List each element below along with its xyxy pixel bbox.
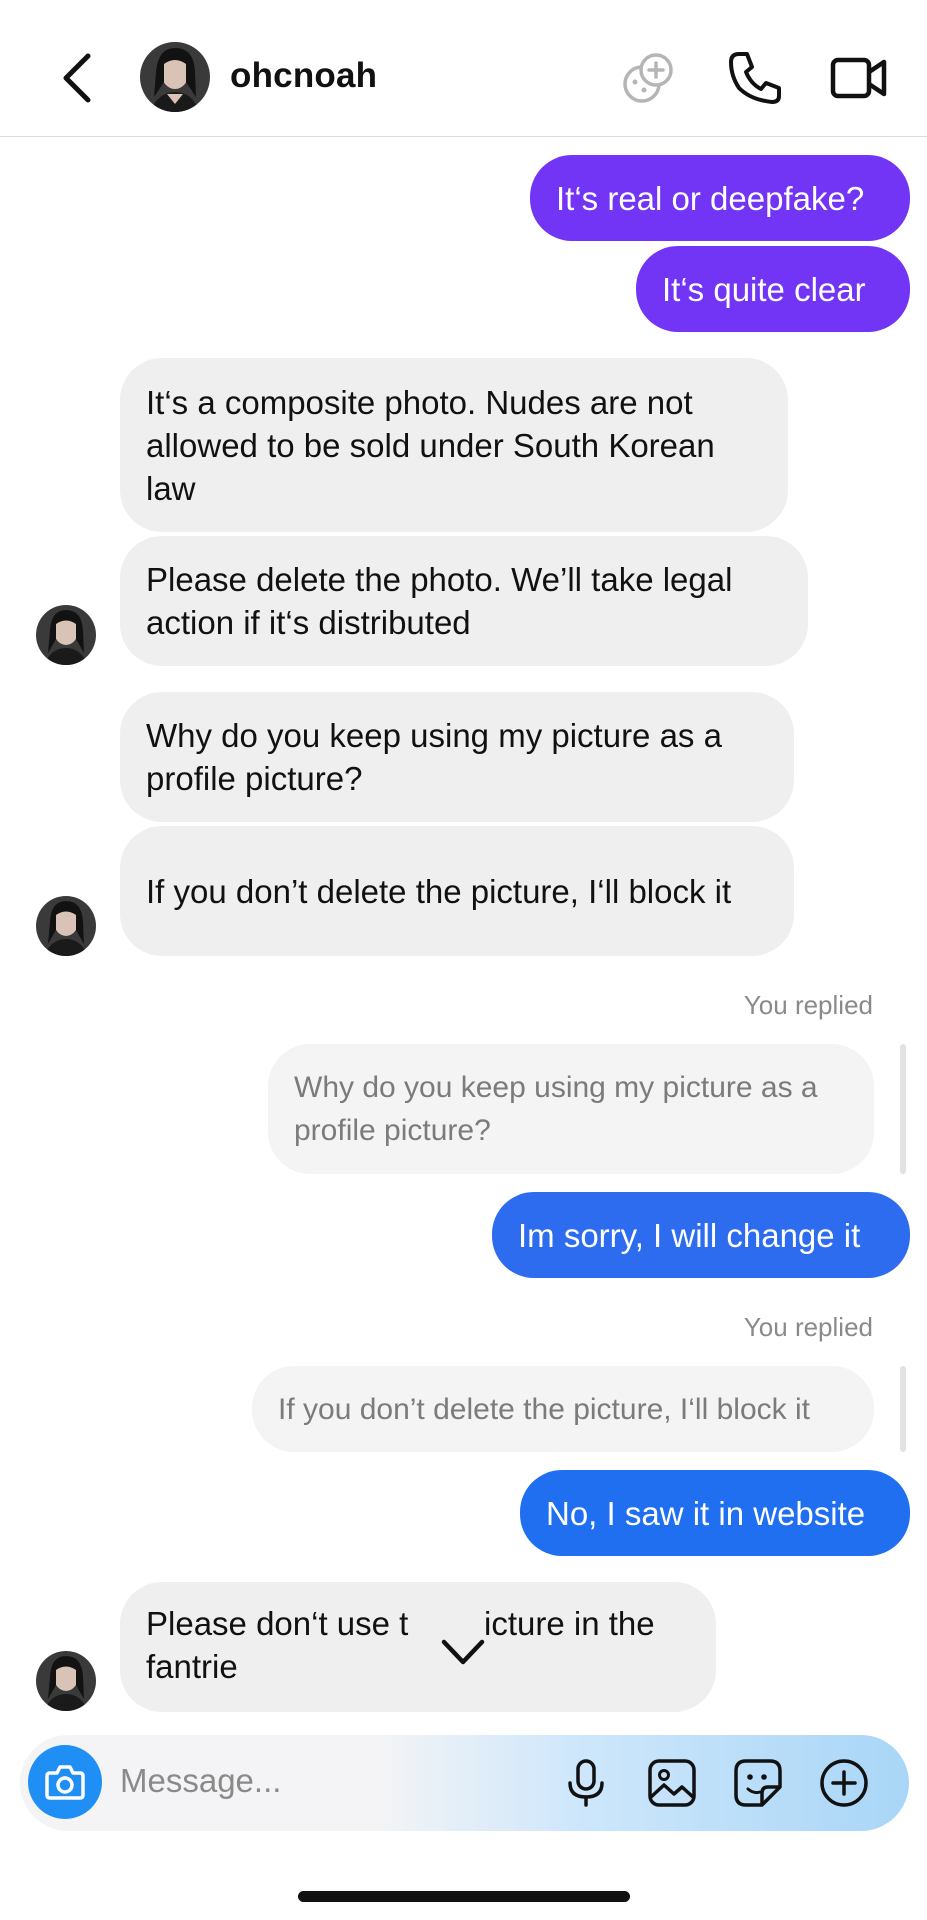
- message-text: Why do you keep using my picture as a pr…: [146, 717, 722, 797]
- quoted-message[interactable]: If you don’t delete the picture, I‘ll bl…: [252, 1366, 874, 1452]
- message-text: Please don‘t use t: [146, 1605, 409, 1642]
- message-text: It‘s real or deepfake?: [556, 179, 865, 217]
- message-text: fantrie: [146, 1648, 238, 1685]
- gallery-icon[interactable]: [646, 1757, 698, 1809]
- message-text: It‘s quite clear: [662, 270, 866, 308]
- received-message-bubble[interactable]: If you don’t delete the picture, I‘ll bl…: [120, 826, 794, 956]
- plus-icon[interactable]: [818, 1757, 870, 1809]
- sent-message-bubble[interactable]: It‘s quite clear: [636, 246, 910, 332]
- message-text: No, I saw it in website: [546, 1494, 866, 1532]
- message-text: Please delete the photo. We’ll take lega…: [146, 561, 733, 641]
- quoted-message[interactable]: Why do you keep using my picture as a pr…: [268, 1044, 874, 1174]
- sent-message-bubble[interactable]: Im sorry, I will change it: [492, 1192, 910, 1278]
- you-replied-label: You replied: [743, 990, 873, 1020]
- camera-icon: [45, 1765, 85, 1800]
- camera-button[interactable]: [28, 1745, 102, 1819]
- message-composer: Message...: [20, 1735, 909, 1831]
- message-text: It‘s a composite photo. Nudes are not al…: [146, 383, 715, 507]
- home-indicator: [298, 1891, 630, 1902]
- quote-bar: [900, 1044, 906, 1174]
- message-text: Im sorry, I will change it: [518, 1216, 861, 1254]
- quoted-text: Why do you keep using my picture as a pr…: [294, 1071, 818, 1147]
- video-camera-icon[interactable]: [829, 48, 889, 108]
- username[interactable]: ohcnoah: [230, 56, 377, 96]
- microphone-icon[interactable]: [560, 1757, 612, 1809]
- effects-icon[interactable]: [618, 48, 678, 108]
- received-message-bubble[interactable]: It‘s a composite photo. Nudes are not al…: [120, 358, 788, 532]
- avatar[interactable]: [140, 42, 210, 112]
- sender-avatar[interactable]: [36, 605, 96, 665]
- sticker-icon[interactable]: [732, 1757, 784, 1809]
- sender-avatar[interactable]: [36, 896, 96, 956]
- quote-bar: [900, 1366, 906, 1452]
- received-message-bubble[interactable]: Why do you keep using my picture as a pr…: [120, 692, 794, 822]
- you-replied-label: You replied: [743, 1312, 873, 1342]
- sent-message-bubble[interactable]: It‘s real or deepfake?: [530, 155, 910, 241]
- scroll-down-chevron-icon[interactable]: [438, 1632, 488, 1672]
- back-chevron-icon[interactable]: [56, 48, 100, 108]
- received-message-bubble[interactable]: Please delete the photo. We’ll take lega…: [120, 536, 808, 666]
- received-message-bubble[interactable]: Please don‘t use t icture in the fantrie: [120, 1582, 716, 1712]
- sent-message-bubble[interactable]: No, I saw it in website: [520, 1470, 910, 1556]
- phone-icon[interactable]: [725, 48, 785, 108]
- message-input[interactable]: Message...: [120, 1762, 281, 1800]
- sender-avatar[interactable]: [36, 1651, 96, 1711]
- message-text: icture in the: [484, 1605, 655, 1642]
- chat-header: ohcnoah: [0, 0, 927, 137]
- quoted-text: If you don’t delete the picture, I‘ll bl…: [278, 1392, 810, 1426]
- message-text: If you don’t delete the picture, I‘ll bl…: [146, 872, 732, 910]
